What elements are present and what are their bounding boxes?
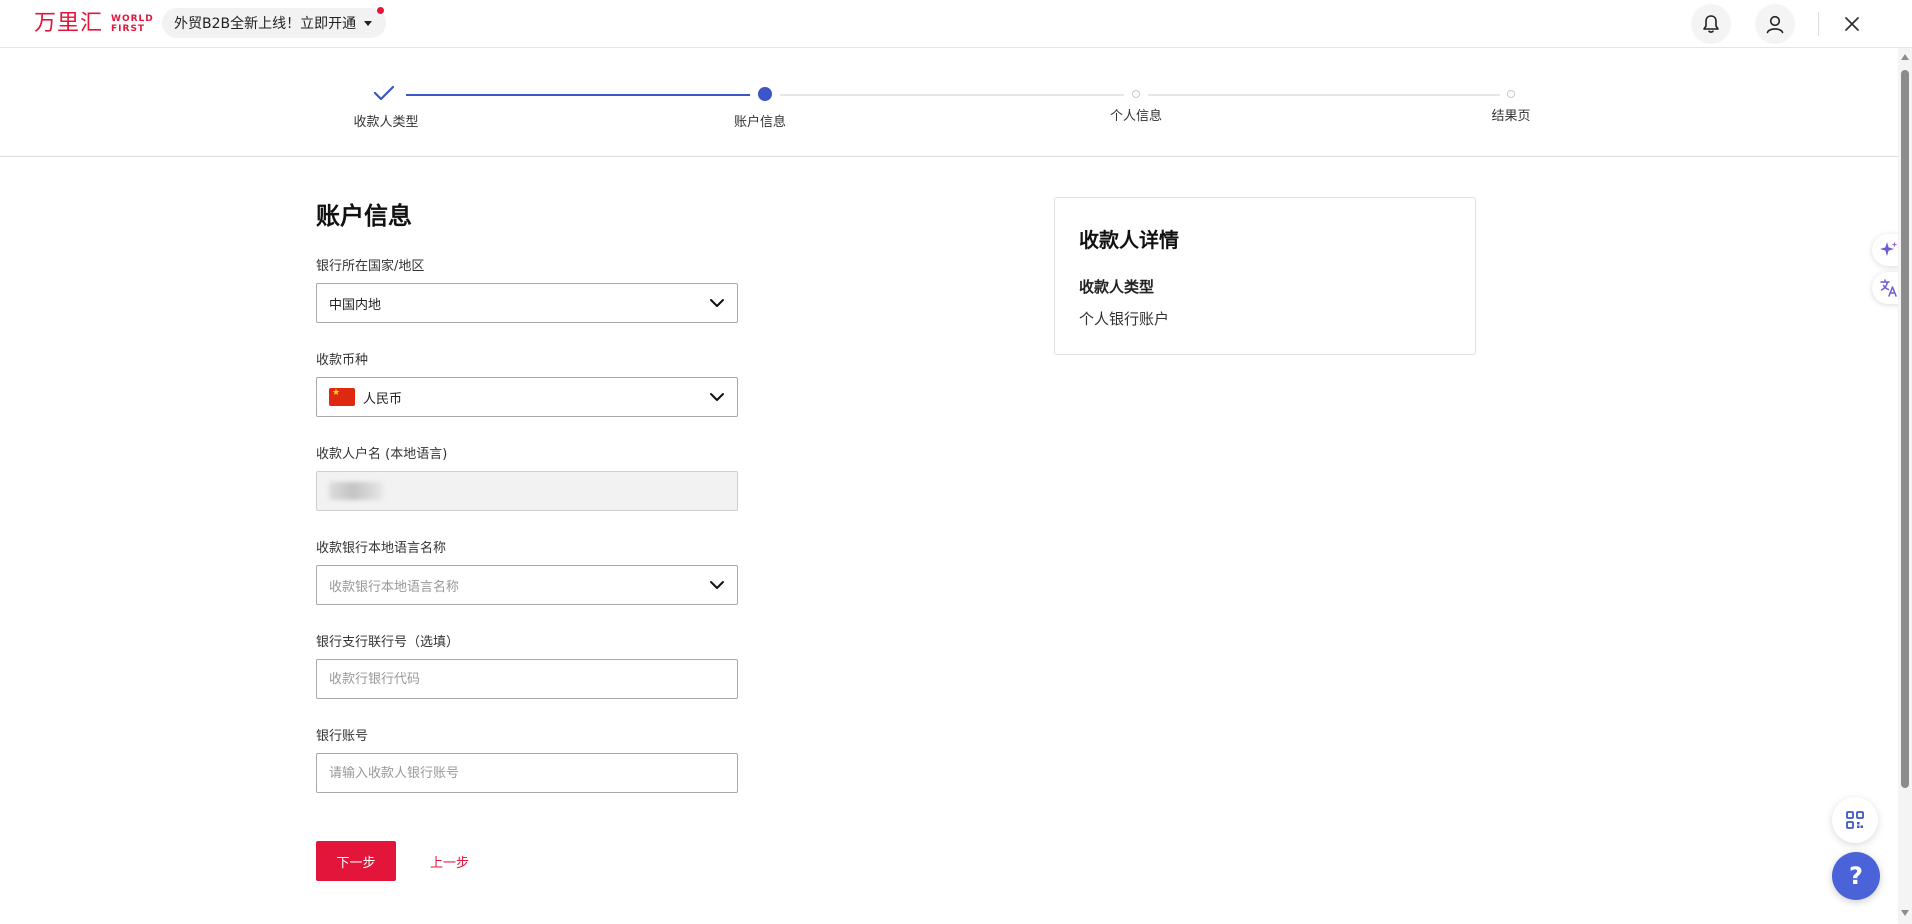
chevron-down-icon	[710, 299, 724, 307]
scroll-up-arrow-icon[interactable]	[1901, 54, 1909, 60]
chevron-down-icon	[710, 393, 724, 401]
step-indicator-active	[758, 87, 772, 101]
logo-english-text: WORLD FIRST	[111, 14, 154, 34]
bank-name-select[interactable]: 收款银行本地语言名称	[316, 565, 738, 605]
worldfirst-logo[interactable]: 万里汇 WORLD FIRST	[34, 12, 154, 36]
scrollbar-thumb[interactable]	[1901, 70, 1909, 788]
stepper-track-pending	[780, 94, 1124, 96]
account-name-label: 收款人户名 (本地语言)	[316, 447, 448, 462]
user-icon	[1766, 15, 1784, 34]
bank-name-placeholder: 收款银行本地语言名称	[329, 579, 460, 595]
bank-name-label: 收款银行本地语言名称	[316, 541, 447, 556]
currency-label: 收款币种	[316, 353, 369, 368]
close-icon	[1845, 17, 1859, 31]
qr-code-button[interactable]	[1832, 797, 1878, 843]
form-title: 账户信息	[316, 202, 412, 230]
progress-stepper: 收款人类型 账户信息 个人信息 结果页	[0, 48, 1900, 157]
stepper-track-completed	[406, 94, 750, 96]
close-button[interactable]	[1836, 8, 1868, 40]
scroll-down-arrow-icon[interactable]	[1901, 910, 1909, 916]
account-number-label: 银行账号	[316, 729, 369, 744]
next-step-button[interactable]: 下一步	[316, 841, 396, 881]
help-button[interactable]: ?	[1832, 852, 1880, 900]
logo-english-line1: WORLD	[111, 14, 154, 24]
branch-code-input[interactable]	[329, 671, 725, 687]
promo-text: 外贸B2B全新上线！立即开通	[174, 16, 357, 32]
recipient-type-label: 收款人类型	[1079, 278, 1155, 296]
step-label-personal-info: 个人信息	[1109, 109, 1163, 124]
account-button[interactable]	[1755, 4, 1795, 44]
china-flag-icon: ★	[329, 388, 355, 406]
bell-icon	[1703, 15, 1719, 33]
step-label-result: 结果页	[1491, 109, 1531, 124]
checkmark-icon	[373, 85, 395, 101]
step-label-recipient-type: 收款人类型	[353, 115, 419, 130]
notification-dot	[377, 7, 385, 14]
account-number-field[interactable]	[316, 753, 738, 793]
logo-chinese-text: 万里汇	[34, 11, 104, 36]
step-indicator-pending	[1507, 90, 1515, 98]
currency-value: 人民币	[363, 391, 403, 407]
account-number-input[interactable]	[329, 765, 725, 781]
translate-icon	[1880, 279, 1897, 297]
account-name-field	[316, 471, 738, 511]
bank-country-value: 中国内地	[329, 297, 382, 313]
redacted-account-name	[329, 482, 383, 500]
top-navigation-bar: 万里汇 WORLD FIRST 外贸B2B全新上线！立即开通	[0, 0, 1912, 48]
notifications-button[interactable]	[1691, 4, 1731, 44]
recipient-type-value: 个人银行账户	[1079, 310, 1170, 328]
logo-english-line2: FIRST	[111, 24, 146, 34]
caret-down-icon	[364, 20, 373, 26]
stepper-track-pending	[1148, 94, 1500, 96]
details-title: 收款人详情	[1079, 228, 1179, 252]
branch-code-field[interactable]	[316, 659, 738, 699]
chevron-down-icon	[710, 581, 724, 589]
recipient-details-card: 收款人详情 收款人类型 个人银行账户	[1054, 197, 1476, 355]
bank-country-select[interactable]: 中国内地	[316, 283, 738, 323]
promo-dropdown[interactable]: 外贸B2B全新上线！立即开通	[162, 7, 387, 38]
page-scrollbar[interactable]	[1898, 48, 1912, 924]
qr-grid-icon	[1846, 811, 1864, 829]
previous-step-button[interactable]: 上一步	[430, 841, 469, 881]
currency-select[interactable]: ★ 人民币	[316, 377, 738, 417]
step-indicator-pending	[1132, 90, 1140, 98]
step-label-account-info: 账户信息	[733, 115, 787, 130]
sparkle-icon	[1880, 241, 1898, 256]
branch-code-label: 银行支行联行号（选填）	[316, 635, 460, 650]
header-divider	[1818, 12, 1819, 36]
bank-country-label: 银行所在国家/地区	[316, 259, 425, 274]
